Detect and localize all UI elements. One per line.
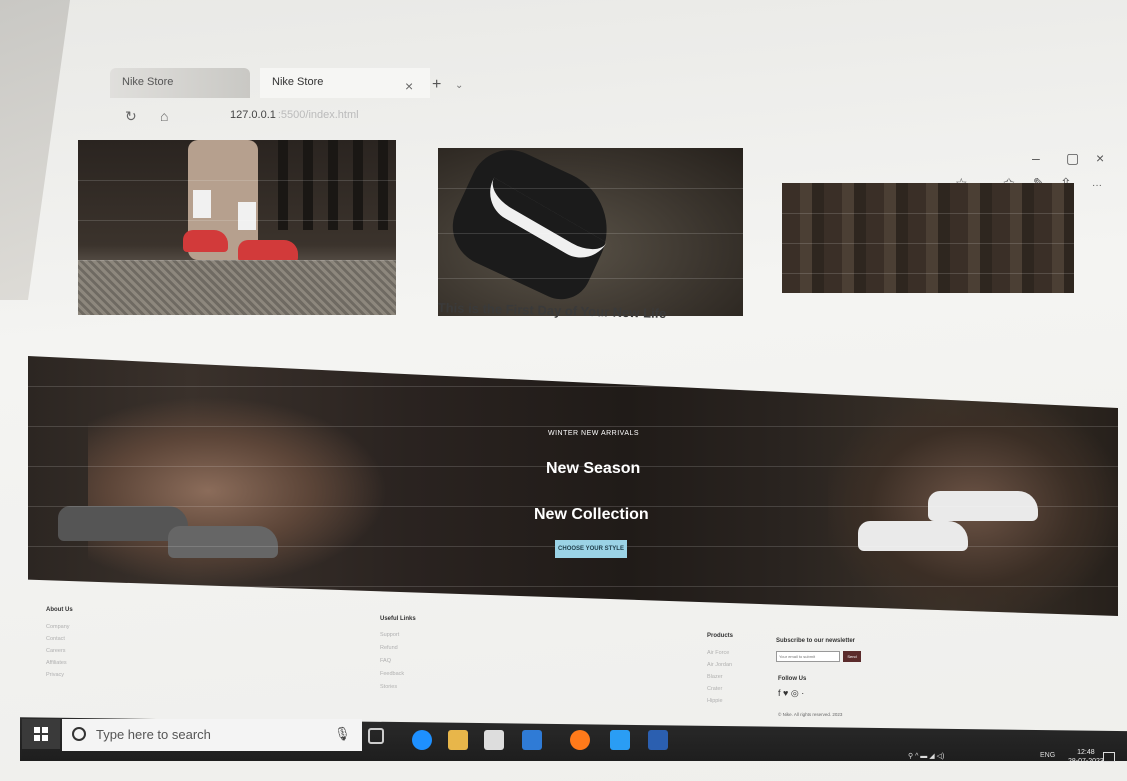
taskbar-clock[interactable]: 12:48 28-07-2023	[1068, 748, 1104, 766]
choose-style-button[interactable]: CHOOSE YOUR STYLE	[555, 540, 627, 558]
footer-link[interactable]: Air Jordan	[707, 662, 732, 668]
edge-icon[interactable]	[412, 730, 432, 750]
follow-us-heading: Follow Us	[778, 676, 807, 682]
start-button[interactable]	[22, 719, 60, 749]
footer-link[interactable]: Affiliates	[46, 660, 67, 666]
mic-icon[interactable]: 🎙	[334, 726, 351, 742]
footer-products-heading: Products	[707, 633, 734, 639]
maximize-icon[interactable]: ▢	[1066, 150, 1079, 167]
close-tab-icon[interactable]: ×	[405, 78, 413, 94]
gallery-photo-street	[782, 183, 1074, 293]
home-icon[interactable]: ⌂	[160, 108, 168, 124]
tab-nike-store-1[interactable]: Nike Store	[110, 68, 250, 98]
footer-link[interactable]: Air Force	[707, 650, 729, 656]
system-tray-icons[interactable]: ⚲ ^ ▬ ◢ ◁)	[908, 752, 944, 760]
mail-icon[interactable]	[522, 730, 542, 750]
store-icon[interactable]	[484, 730, 504, 750]
footer-link[interactable]: Crater	[707, 686, 722, 692]
new-tab-icon[interactable]: +	[432, 76, 441, 94]
footer-link[interactable]: Company	[46, 624, 70, 630]
footer-link[interactable]: Blazer	[707, 674, 723, 680]
gallery-photo-sneaker	[438, 148, 743, 316]
footer-link[interactable]: Hippie	[707, 698, 723, 704]
cortana-icon	[72, 727, 86, 741]
minimize-icon[interactable]: –	[1032, 150, 1040, 166]
footer-link[interactable]: Privacy	[46, 672, 64, 678]
url-field[interactable]: 127.0.0.1:5500/index.html	[230, 109, 359, 121]
browser-tabbar: Nike Store Nike Store × + ⌄	[70, 62, 1127, 102]
close-window-icon[interactable]: ×	[1096, 150, 1104, 166]
windows-logo-icon	[34, 727, 48, 741]
more-icon[interactable]: ···	[1092, 180, 1102, 191]
address-bar: ↻ ⌂ 127.0.0.1:5500/index.html	[80, 102, 1120, 132]
tab-menu-icon[interactable]: ⌄	[455, 80, 463, 91]
tab-label: Nike Store	[122, 76, 174, 88]
url-path: :5500/index.html	[277, 109, 359, 121]
copyright-text: © Nike. All rights reserved. 2023	[778, 712, 843, 717]
notification-icon[interactable]	[1103, 752, 1115, 762]
footer-link[interactable]: FAQ	[380, 658, 391, 664]
task-view-icon[interactable]	[368, 728, 384, 744]
newsletter-heading: Subscribe to our newsletter	[776, 638, 856, 644]
newsletter-send-button[interactable]: Send	[843, 651, 861, 662]
footer-link[interactable]: Support	[380, 632, 399, 638]
firefox-icon[interactable]	[570, 730, 590, 750]
newsletter-email-input[interactable]	[776, 651, 840, 662]
social-icons[interactable]: f ♥ ◎ ·	[778, 688, 804, 699]
file-explorer-icon[interactable]	[448, 730, 468, 750]
word-icon[interactable]	[648, 730, 668, 750]
footer-link[interactable]: Contact	[46, 636, 65, 642]
banner-title-season: New Season	[546, 460, 641, 477]
refresh-icon[interactable]: ↻	[125, 108, 137, 125]
footer-link[interactable]: Careers	[46, 648, 66, 654]
clock-time: 12:48	[1077, 749, 1095, 756]
footer-useful-heading: Useful Links	[380, 616, 416, 622]
banner-kicker: WINTER NEW ARRIVALS	[548, 430, 640, 437]
tab-label: Nike Store	[272, 76, 324, 88]
gallery-photo-legs	[78, 140, 396, 315]
footer-link[interactable]: Refund	[380, 645, 398, 651]
url-host: 127.0.0.1	[230, 109, 276, 121]
footer-link[interactable]: Feedback	[380, 671, 404, 677]
language-indicator[interactable]: ENG	[1040, 752, 1055, 759]
footer-about-heading: About Us	[46, 607, 73, 613]
taskbar-search[interactable]: Type here to search 🎙	[62, 719, 362, 751]
vscode-icon[interactable]	[610, 730, 630, 750]
clock-date: 28-07-2023	[1068, 758, 1104, 765]
banner-title-collection: New Collection	[534, 506, 649, 523]
search-placeholder: Type here to search	[96, 727, 211, 742]
footer-link[interactable]: Stories	[380, 684, 397, 690]
